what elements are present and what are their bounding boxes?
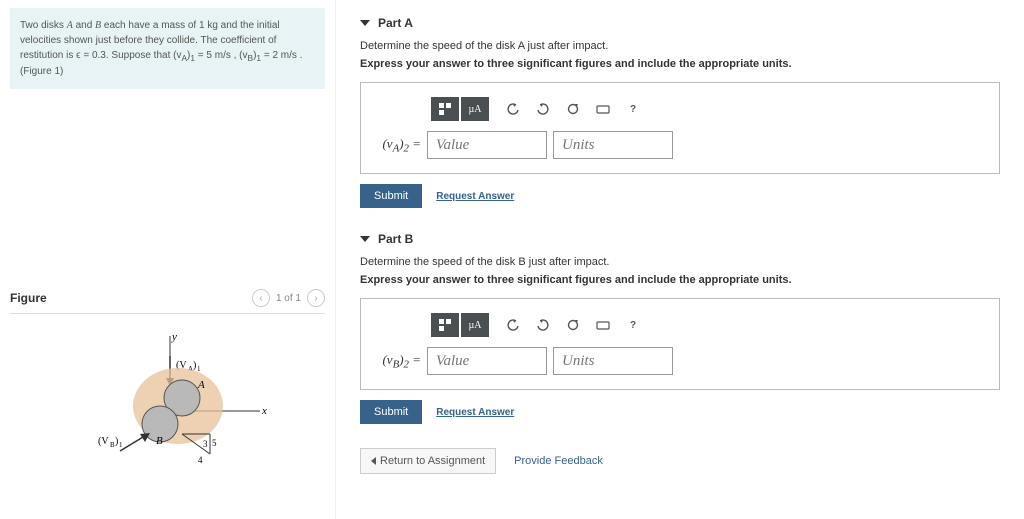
figure-prev-button[interactable]: ‹ xyxy=(252,289,270,307)
part-B-eq-label: (vB)2 = xyxy=(375,352,421,371)
part-B-header: Part B xyxy=(378,232,413,246)
collapse-icon[interactable] xyxy=(360,236,370,242)
chevron-left-icon xyxy=(371,457,376,465)
keyboard-icon[interactable] xyxy=(589,97,617,121)
undo-icon[interactable] xyxy=(499,97,527,121)
redo-icon[interactable] xyxy=(529,97,557,121)
part-A-prompt: Determine the speed of the disk A just a… xyxy=(360,40,1000,52)
svg-text:1: 1 xyxy=(119,441,123,449)
figure-nav-text: 1 of 1 xyxy=(276,293,301,304)
figure-next-button[interactable]: › xyxy=(307,289,325,307)
collapse-icon[interactable] xyxy=(360,20,370,26)
part-B-units-input[interactable] xyxy=(553,347,673,375)
part-B-section: Part B Determine the speed of the disk B… xyxy=(360,232,1000,424)
part-B-value-input[interactable] xyxy=(427,347,547,375)
part-A-instruction: Express your answer to three significant… xyxy=(360,58,1000,70)
part-B-prompt: Determine the speed of the disk B just a… xyxy=(360,256,1000,268)
part-A-header: Part A xyxy=(378,16,413,30)
svg-text:x: x xyxy=(261,405,267,417)
part-A-units-input[interactable] xyxy=(553,131,673,159)
part-B-answer-box: µA ? (vB)2 = xyxy=(360,298,1000,390)
svg-text:): ) xyxy=(193,360,196,371)
return-to-assignment-button[interactable]: Return to Assignment xyxy=(360,448,496,474)
undo-icon[interactable] xyxy=(499,313,527,337)
help-icon[interactable]: ? xyxy=(619,313,647,337)
part-B-instruction: Express your answer to three significant… xyxy=(360,274,1000,286)
svg-text:): ) xyxy=(115,436,118,447)
part-B-toolbar: µA ? xyxy=(431,313,985,337)
svg-text:y: y xyxy=(171,331,177,343)
reset-icon[interactable] xyxy=(559,97,587,121)
part-A-toolbar: µA ? xyxy=(431,97,985,121)
part-B-submit-button[interactable]: Submit xyxy=(360,400,422,424)
units-mu-icon[interactable]: µA xyxy=(461,313,489,337)
svg-text:5: 5 xyxy=(212,438,217,448)
keyboard-icon[interactable] xyxy=(589,313,617,337)
svg-text:(V: (V xyxy=(98,436,109,447)
templates-icon[interactable] xyxy=(431,313,459,337)
part-A-answer-box: µA ? (vA)2 = xyxy=(360,82,1000,174)
part-A-value-input[interactable] xyxy=(427,131,547,159)
units-mu-icon[interactable]: µA xyxy=(461,97,489,121)
part-A-section: Part A Determine the speed of the disk A… xyxy=(360,16,1000,208)
figure-image: y x (VA)1 A B (VB)1 3 5 4 xyxy=(10,314,325,511)
part-A-request-answer-link[interactable]: Request Answer xyxy=(436,191,514,202)
svg-text:4: 4 xyxy=(198,455,203,465)
provide-feedback-link[interactable]: Provide Feedback xyxy=(514,455,603,467)
part-A-submit-button[interactable]: Submit xyxy=(360,184,422,208)
part-B-request-answer-link[interactable]: Request Answer xyxy=(436,407,514,418)
svg-text:B: B xyxy=(156,435,163,447)
problem-statement: Two disks A and B each have a mass of 1 … xyxy=(10,8,325,89)
svg-text:A: A xyxy=(197,379,205,391)
templates-icon[interactable] xyxy=(431,97,459,121)
part-A-eq-label: (vA)2 = xyxy=(375,136,421,155)
redo-icon[interactable] xyxy=(529,313,557,337)
svg-text:3: 3 xyxy=(203,439,208,449)
help-icon[interactable]: ? xyxy=(619,97,647,121)
figure-title: Figure xyxy=(10,291,47,305)
reset-icon[interactable] xyxy=(559,313,587,337)
